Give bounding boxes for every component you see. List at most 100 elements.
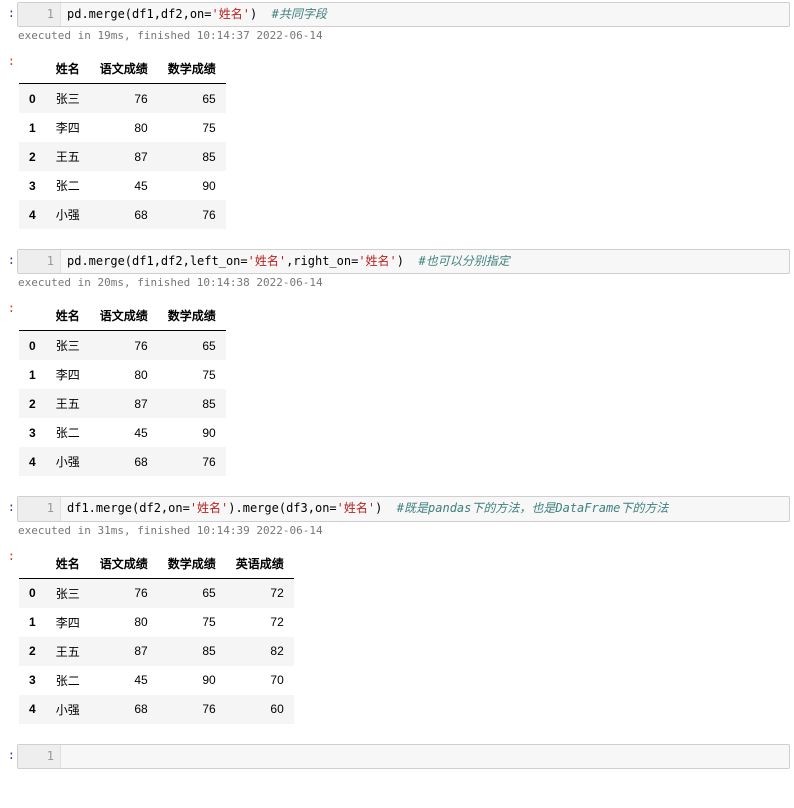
cell-value: 70 [226,666,294,695]
column-header: 姓名 [46,549,90,579]
input-prompt: : [0,494,15,514]
cell-value: 75 [158,360,226,389]
row-index: 3 [19,666,46,695]
cell-value: 85 [158,142,226,171]
dataframe-table: 姓名语文成绩数学成绩0张三76651李四80752王五87853张二45904小… [19,301,226,476]
code-cell[interactable]: 1pd.merge(df1,df2,left_on='姓名',right_on=… [17,249,790,274]
cell-value: 68 [90,200,158,229]
row-index: 3 [19,171,46,200]
output-area: 姓名语文成绩数学成绩英语成绩0张三7665721李四8075722王五87858… [19,549,794,724]
execution-info: executed in 20ms, finished 10:14:38 2022… [18,276,794,289]
column-header: 语文成绩 [90,301,158,331]
row-index: 1 [19,113,46,142]
column-header: 数学成绩 [158,301,226,331]
input-prompt: : [0,247,15,267]
column-header: 数学成绩 [158,54,226,84]
cell-value: 小强 [46,695,90,724]
dataframe-table: 姓名语文成绩数学成绩0张三76651李四80752王五87853张二45904小… [19,54,226,229]
notebook-cell: :1pd.merge(df1,df2,left_on='姓名',right_on… [0,247,794,494]
cell-value: 90 [158,666,226,695]
code-text[interactable]: pd.merge(df1,df2,on='姓名') #共同字段 [61,3,333,26]
code-cell[interactable]: 1df1.merge(df2,on='姓名').merge(df3,on='姓名… [17,496,790,521]
cell-input-row: :1df1.merge(df2,on='姓名').merge(df3,on='姓… [0,494,794,521]
cell-value: 65 [158,331,226,361]
line-number-gutter: 1 [18,3,61,26]
column-header: 英语成绩 [226,549,294,579]
cell-value: 65 [158,84,226,114]
cell-value: 76 [90,331,158,361]
cell-value: 68 [90,447,158,476]
cell-value: 45 [90,666,158,695]
table-row: 2王五8785 [19,142,226,171]
notebook-cell: :1pd.merge(df1,df2,on='姓名') #共同字段execute… [0,0,794,247]
code-text[interactable]: df1.merge(df2,on='姓名').merge(df3,on='姓名'… [61,497,674,520]
input-prompt: : [0,742,15,762]
row-index: 2 [19,637,46,666]
cell-value: 72 [226,608,294,637]
row-index: 1 [19,360,46,389]
cell-value: 75 [158,608,226,637]
dataframe-table: 姓名语文成绩数学成绩英语成绩0张三7665721李四8075722王五87858… [19,549,294,724]
cell-value: 76 [90,578,158,608]
notebook-cell: :1df1.merge(df2,on='姓名').merge(df3,on='姓… [0,494,794,741]
cell-input-row: :1pd.merge(df1,df2,on='姓名') #共同字段 [0,0,794,27]
column-header: 语文成绩 [90,549,158,579]
table-row: 3张二459070 [19,666,294,695]
cell-value: 80 [90,113,158,142]
execution-info: executed in 31ms, finished 10:14:39 2022… [18,524,794,537]
cell-value: 李四 [46,608,90,637]
cell-value: 张三 [46,331,90,361]
cell-value: 76 [158,200,226,229]
row-index: 2 [19,389,46,418]
cell-value: 张二 [46,666,90,695]
row-index: 4 [19,695,46,724]
output-prompt: : [0,295,15,494]
row-index: 0 [19,578,46,608]
cell-value: 张二 [46,171,90,200]
cell-value: 76 [158,447,226,476]
table-row: 4小强687660 [19,695,294,724]
cell-value: 张三 [46,84,90,114]
table-row: 0张三766572 [19,578,294,608]
cell-value: 80 [90,360,158,389]
cell-value: 王五 [46,142,90,171]
row-index: 4 [19,200,46,229]
table-row: 3张二4590 [19,171,226,200]
cell-value: 李四 [46,113,90,142]
row-index: 0 [19,331,46,361]
table-row: 0张三7665 [19,331,226,361]
output-area: 姓名语文成绩数学成绩0张三76651李四80752王五87853张二45904小… [19,301,794,476]
cell-input-row: :1 [0,742,794,769]
table-row: 3张二4590 [19,418,226,447]
notebook-cell: :1 [0,742,794,777]
cell-value: 45 [90,418,158,447]
cell-value: 45 [90,171,158,200]
table-row: 0张三7665 [19,84,226,114]
row-index: 4 [19,447,46,476]
output-area: 姓名语文成绩数学成绩0张三76651李四80752王五87853张二45904小… [19,54,794,229]
table-row: 4小强6876 [19,447,226,476]
cell-value: 张二 [46,418,90,447]
cell-value: 76 [158,695,226,724]
row-index: 2 [19,142,46,171]
cell-value: 75 [158,113,226,142]
code-cell[interactable]: 1 [17,744,790,769]
line-number-gutter: 1 [18,497,61,520]
cell-value: 85 [158,637,226,666]
table-row: 1李四8075 [19,113,226,142]
row-index: 1 [19,608,46,637]
code-text[interactable]: pd.merge(df1,df2,left_on='姓名',right_on='… [61,250,516,273]
column-header: 姓名 [46,54,90,84]
table-row: 2王五878582 [19,637,294,666]
cell-value: 王五 [46,637,90,666]
cell-value: 68 [90,695,158,724]
cell-value: 王五 [46,389,90,418]
output-prompt: : [0,48,15,247]
output-prompt: : [0,543,15,742]
table-row: 1李四8075 [19,360,226,389]
cell-value: 90 [158,171,226,200]
cell-value: 87 [90,389,158,418]
code-text[interactable] [61,745,80,768]
cell-value: 72 [226,578,294,608]
code-cell[interactable]: 1pd.merge(df1,df2,on='姓名') #共同字段 [17,2,790,27]
